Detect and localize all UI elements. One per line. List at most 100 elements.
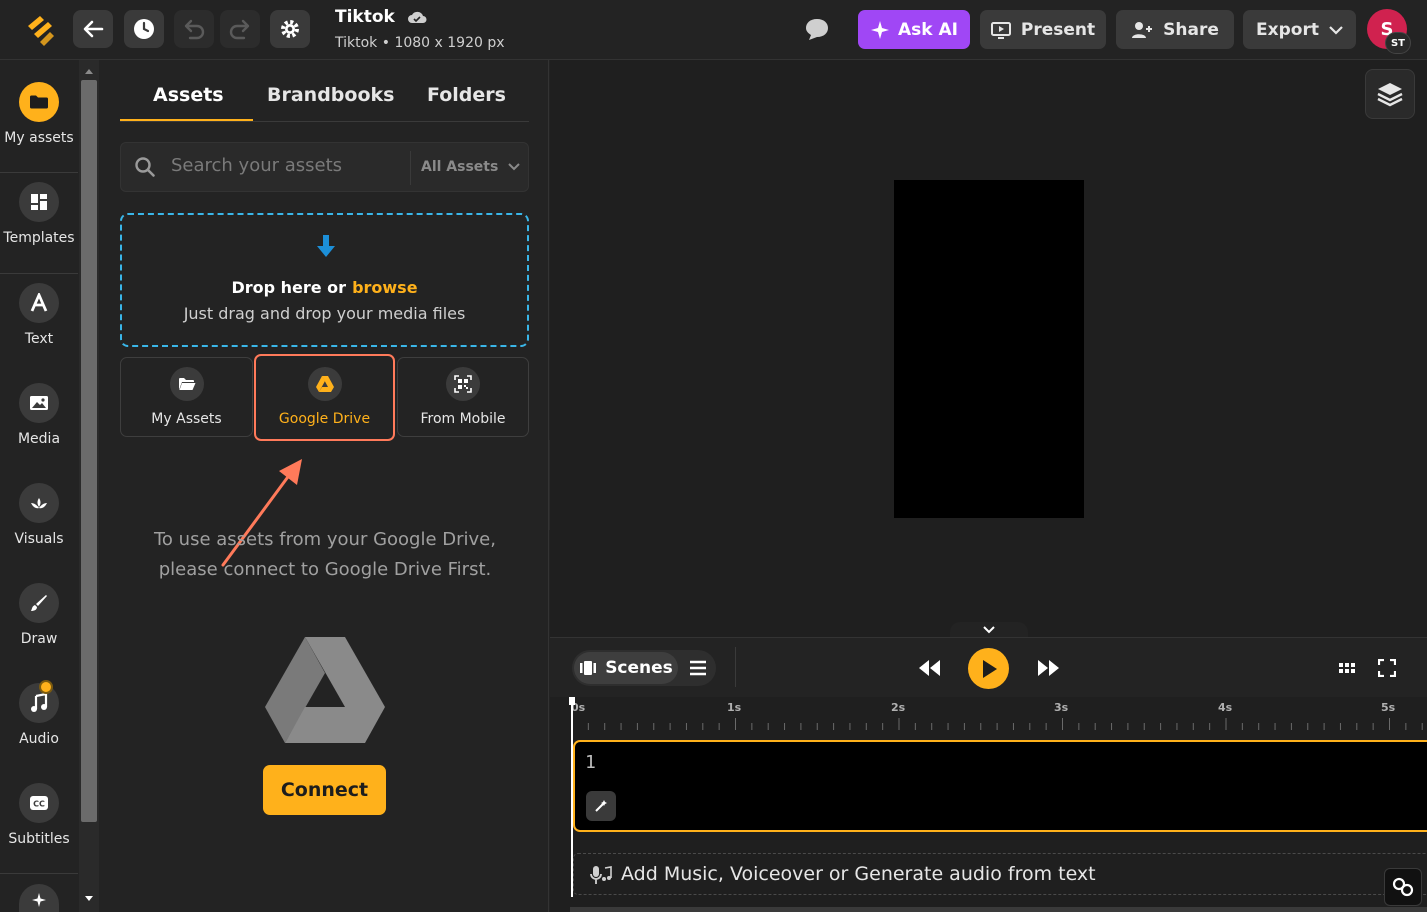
source-google-drive[interactable]: Google Drive bbox=[254, 354, 395, 441]
brush-icon bbox=[19, 583, 59, 623]
history-button[interactable] bbox=[124, 10, 164, 48]
tab-folders[interactable]: Folders bbox=[427, 84, 506, 106]
undo-icon bbox=[184, 19, 205, 40]
ruler-label: 4s bbox=[1218, 701, 1233, 714]
link-button[interactable] bbox=[1384, 868, 1422, 906]
browse-link[interactable]: browse bbox=[352, 278, 418, 297]
scroll-up-icon bbox=[85, 69, 93, 74]
export-button[interactable]: Export bbox=[1243, 10, 1356, 49]
rail-scroll-thumb[interactable] bbox=[81, 80, 97, 822]
search-icon bbox=[135, 157, 155, 177]
upload-dropzone[interactable]: Drop here or browse Just drag and drop yo… bbox=[120, 213, 529, 347]
visuals-icon bbox=[19, 483, 59, 523]
scenes-icon bbox=[580, 661, 597, 675]
rail-item-subtitles[interactable]: CC Subtitles bbox=[0, 783, 78, 847]
project-title[interactable]: Tiktok bbox=[335, 7, 427, 27]
redo-button[interactable] bbox=[220, 10, 260, 48]
redo-icon bbox=[229, 19, 250, 40]
settings-button[interactable] bbox=[270, 10, 310, 48]
ruler-label: 2s bbox=[891, 701, 906, 714]
back-button[interactable] bbox=[73, 10, 113, 48]
scene-number: 1 bbox=[585, 752, 596, 773]
add-audio-prompt[interactable]: Add Music, Voiceover or Generate audio f… bbox=[621, 863, 1096, 885]
rail-item-draw[interactable]: Draw bbox=[0, 583, 78, 647]
sparkle-icon bbox=[32, 893, 46, 907]
rail-item-text[interactable]: Text bbox=[0, 283, 78, 347]
rail-item-audio[interactable]: Audio bbox=[0, 683, 78, 747]
google-drive-message: To use assets from your Google Drive, pl… bbox=[154, 529, 496, 580]
active-tab-indicator bbox=[120, 119, 253, 121]
player-divider bbox=[735, 647, 736, 687]
rail-item-media[interactable]: Media bbox=[0, 383, 78, 447]
connect-google-drive-button[interactable]: Connect bbox=[263, 765, 386, 815]
cc-icon: CC bbox=[19, 783, 59, 823]
scene-clip[interactable] bbox=[573, 740, 1427, 832]
asset-filter-select[interactable]: All Assets bbox=[421, 159, 521, 175]
app-logo[interactable] bbox=[22, 12, 58, 48]
source-from-mobile[interactable]: From Mobile bbox=[397, 357, 529, 437]
drop-hint: Just drag and drop your media files bbox=[183, 304, 466, 323]
image-icon bbox=[19, 383, 59, 423]
text-icon bbox=[19, 283, 59, 323]
layers-button[interactable] bbox=[1365, 69, 1415, 119]
play-icon bbox=[982, 659, 997, 678]
project-dimensions: Tiktok • 1080 x 1920 px bbox=[335, 35, 505, 51]
folder-icon bbox=[19, 82, 59, 122]
chevron-down-icon bbox=[1329, 25, 1343, 35]
fullscreen-icon[interactable] bbox=[1378, 659, 1396, 677]
artboard-canvas[interactable] bbox=[894, 180, 1084, 518]
rail-item-templates[interactable]: Templates bbox=[0, 182, 78, 246]
rail-item-visuals[interactable]: Visuals bbox=[0, 483, 78, 547]
scroll-down-icon bbox=[85, 896, 93, 901]
fast-forward-icon[interactable] bbox=[1037, 658, 1061, 678]
ask-ai-button[interactable]: Ask AI bbox=[858, 10, 970, 49]
clock-icon bbox=[134, 19, 154, 39]
cloud-saved-icon bbox=[407, 11, 427, 23]
tab-brandbooks[interactable]: Brandbooks bbox=[267, 84, 394, 106]
scene-transition-button[interactable] bbox=[586, 791, 616, 821]
google-drive-logo-icon bbox=[265, 637, 385, 743]
source-my-assets[interactable]: My Assets bbox=[120, 357, 253, 437]
ruler-label: 1s bbox=[727, 701, 742, 714]
list-view-icon[interactable] bbox=[689, 659, 707, 677]
add-user-icon bbox=[1132, 21, 1153, 38]
rewind-icon[interactable] bbox=[917, 658, 941, 678]
link-icon bbox=[1392, 877, 1414, 897]
chat-bubble-icon bbox=[806, 19, 828, 40]
chevron-down-icon bbox=[983, 626, 995, 634]
ruler-label: 3s bbox=[1054, 701, 1069, 714]
layers-icon bbox=[1377, 83, 1403, 107]
ruler-label: 5s bbox=[1381, 701, 1396, 714]
timeline-scrollbar[interactable] bbox=[570, 907, 1427, 912]
toggle-timeline-button[interactable] bbox=[950, 622, 1028, 638]
play-button[interactable] bbox=[968, 648, 1009, 689]
google-drive-icon bbox=[307, 367, 342, 401]
ruler-ticks bbox=[572, 718, 1423, 730]
search-divider bbox=[410, 151, 411, 185]
team-badge: ST bbox=[1385, 32, 1411, 54]
comments-button[interactable] bbox=[803, 16, 831, 46]
tab-divider bbox=[120, 121, 529, 122]
undo-button[interactable] bbox=[174, 10, 214, 48]
templates-icon bbox=[19, 182, 59, 222]
sparkle-icon bbox=[871, 20, 889, 39]
notification-dot bbox=[39, 680, 53, 694]
wand-icon bbox=[595, 800, 607, 812]
share-button[interactable]: Share bbox=[1116, 10, 1234, 49]
chevron-down-icon bbox=[508, 163, 521, 171]
grid-view-icon[interactable] bbox=[1338, 659, 1356, 677]
download-arrow-icon bbox=[317, 235, 335, 257]
arrow-left-icon bbox=[83, 20, 104, 38]
present-button[interactable]: Present bbox=[980, 10, 1106, 49]
tab-assets[interactable]: Assets bbox=[153, 84, 224, 106]
scenes-view-button[interactable]: Scenes bbox=[574, 652, 678, 684]
qr-code-icon bbox=[446, 367, 480, 401]
rail-item-my-assets[interactable]: My assets bbox=[0, 82, 78, 146]
microphone-music-icon bbox=[590, 866, 612, 884]
present-icon bbox=[990, 21, 1011, 39]
folder-open-icon bbox=[169, 367, 204, 401]
search-input[interactable] bbox=[171, 155, 401, 176]
gear-icon bbox=[281, 20, 299, 38]
drop-instruction: Drop here or browse bbox=[231, 278, 418, 297]
svg-text:CC: CC bbox=[33, 800, 45, 809]
